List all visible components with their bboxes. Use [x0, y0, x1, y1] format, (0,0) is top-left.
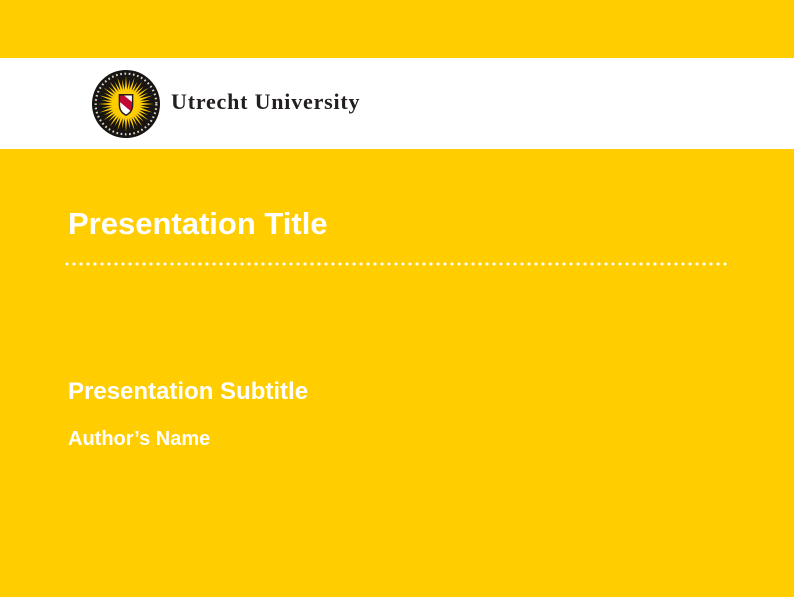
presentation-subtitle: Presentation Subtitle: [68, 377, 308, 407]
logo-band: Utrecht University: [0, 58, 794, 149]
presentation-title: Presentation Title: [68, 206, 328, 242]
author-name: Author’s Name: [68, 426, 210, 452]
dotted-divider: [65, 262, 727, 266]
top-yellow-band: [0, 0, 794, 58]
utrecht-university-sun-logo-icon: [91, 69, 161, 139]
presentation-slide: Utrecht University Presentation Title Pr…: [0, 0, 794, 597]
university-wordmark: Utrecht University: [171, 91, 360, 113]
